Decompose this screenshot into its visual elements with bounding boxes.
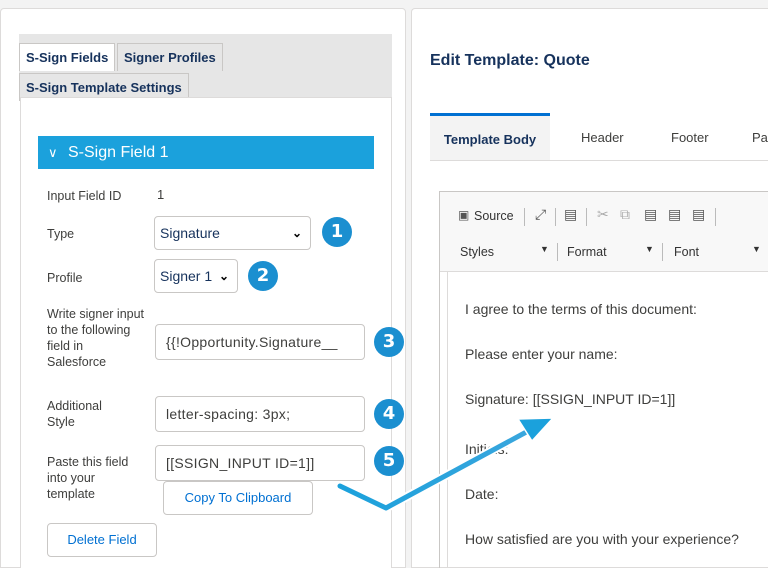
toolbar-divider — [524, 208, 525, 226]
doc-line[interactable]: Initials: — [465, 441, 509, 457]
chevron-down-icon: ▼ — [645, 244, 654, 254]
show-blocks-icon[interactable]: ▤ — [564, 206, 577, 223]
paste-text-icon[interactable]: ▤ — [668, 206, 681, 223]
tab-signer-profiles[interactable]: Signer Profiles — [117, 43, 223, 71]
tab-partial[interactable]: Pa — [752, 113, 768, 160]
tab-template-body[interactable]: Template Body — [430, 113, 550, 160]
toolbar-divider — [715, 208, 716, 226]
profile-select-value: Signer 1 — [160, 268, 213, 284]
toolbar-divider — [662, 243, 663, 261]
doc-line[interactable]: Please enter your name: — [465, 346, 618, 362]
tab-s-sign-fields[interactable]: S-Sign Fields — [19, 43, 116, 71]
type-label: Type — [47, 227, 75, 241]
paste-field-label: Paste this field into your template — [47, 455, 129, 501]
section-header-field-1[interactable]: ∨ S-Sign Field 1 — [38, 136, 374, 169]
input-field-id-value: 1 — [157, 187, 165, 202]
doc-line[interactable]: I agree to the terms of this document: — [465, 301, 697, 317]
step-badge-1: 1 — [322, 217, 352, 247]
paste-icon[interactable]: ▤ — [644, 206, 657, 223]
write-field-label: Write signer input to the following fiel… — [47, 307, 145, 369]
type-select-value: Signature — [160, 225, 220, 241]
tab-footer[interactable]: Footer — [671, 113, 709, 160]
salesforce-field-input[interactable]: {{!Opportunity.Signature__ — [155, 324, 365, 360]
toolbar-divider — [557, 243, 558, 261]
format-dropdown[interactable]: Format — [567, 245, 607, 259]
doc-line[interactable]: Date: — [465, 486, 498, 502]
step-badge-2: 2 — [248, 261, 278, 291]
toolbar-divider — [555, 208, 556, 226]
additional-style-input[interactable]: letter-spacing: 3px; — [155, 396, 365, 432]
step-badge-5: 5 — [374, 446, 404, 476]
profile-label: Profile — [47, 271, 83, 285]
chevron-down-icon: ∨ — [48, 145, 58, 160]
type-select[interactable]: Signature ⌄ — [154, 216, 311, 250]
copy-to-clipboard-button[interactable]: Copy To Clipboard — [163, 481, 313, 515]
merge-field-output[interactable]: [[SSIGN_INPUT ID=1]] — [155, 445, 365, 481]
font-dropdown[interactable]: Font — [674, 245, 699, 259]
source-button[interactable]: Source — [474, 209, 514, 223]
step-badge-3: 3 — [374, 327, 404, 357]
chevron-down-icon: ▼ — [540, 244, 549, 254]
delete-field-button[interactable]: Delete Field — [47, 523, 157, 557]
chevron-down-icon: ▼ — [752, 244, 761, 254]
input-field-id-label: Input Field ID — [47, 189, 122, 203]
profile-select[interactable]: Signer 1 ⌄ — [154, 259, 238, 293]
tab-header[interactable]: Header — [581, 113, 624, 160]
source-icon: ▣ — [458, 208, 470, 222]
template-tabs: Template Body Header Footer Pa — [430, 113, 768, 161]
additional-style-label: Additional Style — [47, 399, 102, 429]
paste-word-icon[interactable]: ▤ — [692, 206, 705, 223]
page-title: Edit Template: Quote — [430, 52, 590, 69]
doc-line[interactable]: Signature: [[SSIGN_INPUT ID=1]] — [465, 391, 675, 407]
section-title: S-Sign Field 1 — [68, 144, 169, 161]
maximize-icon[interactable]: ⤢ — [535, 206, 546, 223]
cut-icon[interactable]: ✂ — [597, 206, 609, 223]
toolbar-divider — [586, 208, 587, 226]
styles-dropdown[interactable]: Styles — [460, 245, 494, 259]
editor-toolbar: ▣ Source ⤢ ▤ ✂ ⧉ ▤ ▤ ▤ Styles ▼ Format ▼… — [440, 192, 768, 272]
chevron-down-icon: ⌄ — [291, 226, 302, 240]
step-badge-4: 4 — [374, 399, 404, 429]
copy-icon[interactable]: ⧉ — [620, 206, 630, 223]
document-margin — [447, 272, 448, 568]
doc-line[interactable]: How satisfied are you with your experien… — [465, 531, 739, 547]
chevron-down-icon: ⌄ — [218, 269, 229, 283]
